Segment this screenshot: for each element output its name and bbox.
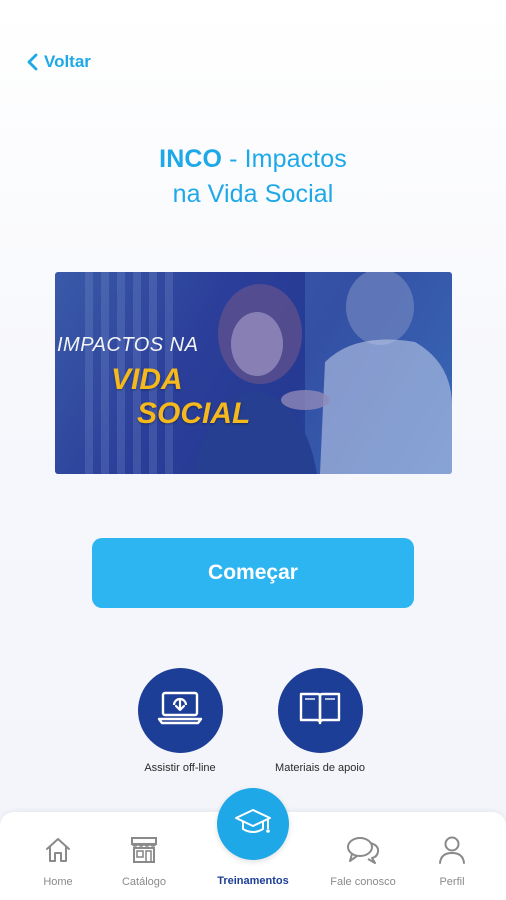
nav-item-profile[interactable]: Perfil: [407, 812, 497, 888]
chat-icon: [318, 832, 408, 868]
user-icon: [407, 832, 497, 868]
nav-label-profile: Perfil: [439, 876, 465, 888]
banner-line1: IMPACTOS NA: [57, 334, 199, 356]
nav-item-catalog[interactable]: Catálogo: [99, 812, 189, 888]
nav-item-trainings[interactable]: Treinamentos: [208, 788, 298, 887]
chevron-left-icon: [26, 53, 38, 71]
home-icon: [13, 832, 103, 868]
support-materials-label: Materiais de apoio: [275, 762, 365, 774]
laptop-download-icon: [157, 688, 203, 733]
start-button[interactable]: Começar: [92, 538, 414, 608]
nav-label-trainings: Treinamentos: [217, 875, 289, 887]
nav-item-home[interactable]: Home: [13, 812, 103, 888]
title-line2: na Vida Social: [172, 180, 334, 208]
nav-label-catalog: Catálogo: [121, 876, 167, 888]
nav-item-contact[interactable]: Fale conosco: [318, 812, 408, 888]
watch-offline-button[interactable]: Assistir off-line: [110, 668, 250, 774]
banner-line3: SOCIAL: [137, 397, 251, 430]
course-banner: IMPACTOS NA VIDA SOCIAL: [55, 272, 452, 474]
back-label: Voltar: [44, 52, 91, 71]
trainings-fab[interactable]: [217, 788, 289, 860]
watch-offline-circle[interactable]: [137, 668, 223, 753]
support-materials-button[interactable]: Materiais de apoio: [250, 668, 390, 774]
page-title: INCO - Impactos na Vida Social: [0, 142, 506, 212]
watch-offline-label: Assistir off-line: [144, 762, 216, 774]
nav-label-contact: Fale conosco: [330, 876, 396, 888]
store-icon: [99, 832, 189, 868]
banner-line2: VIDA: [111, 363, 183, 396]
title-rest: - Impactos: [222, 145, 347, 173]
title-strong: INCO: [159, 145, 223, 173]
banner-text: IMPACTOS NA VIDA SOCIAL: [55, 334, 285, 431]
graduation-cap-icon: [233, 805, 273, 844]
nav-label-home: Home: [43, 876, 73, 888]
book-icon: [297, 688, 343, 733]
back-link[interactable]: Voltar: [26, 52, 91, 72]
support-materials-circle[interactable]: [277, 668, 363, 753]
